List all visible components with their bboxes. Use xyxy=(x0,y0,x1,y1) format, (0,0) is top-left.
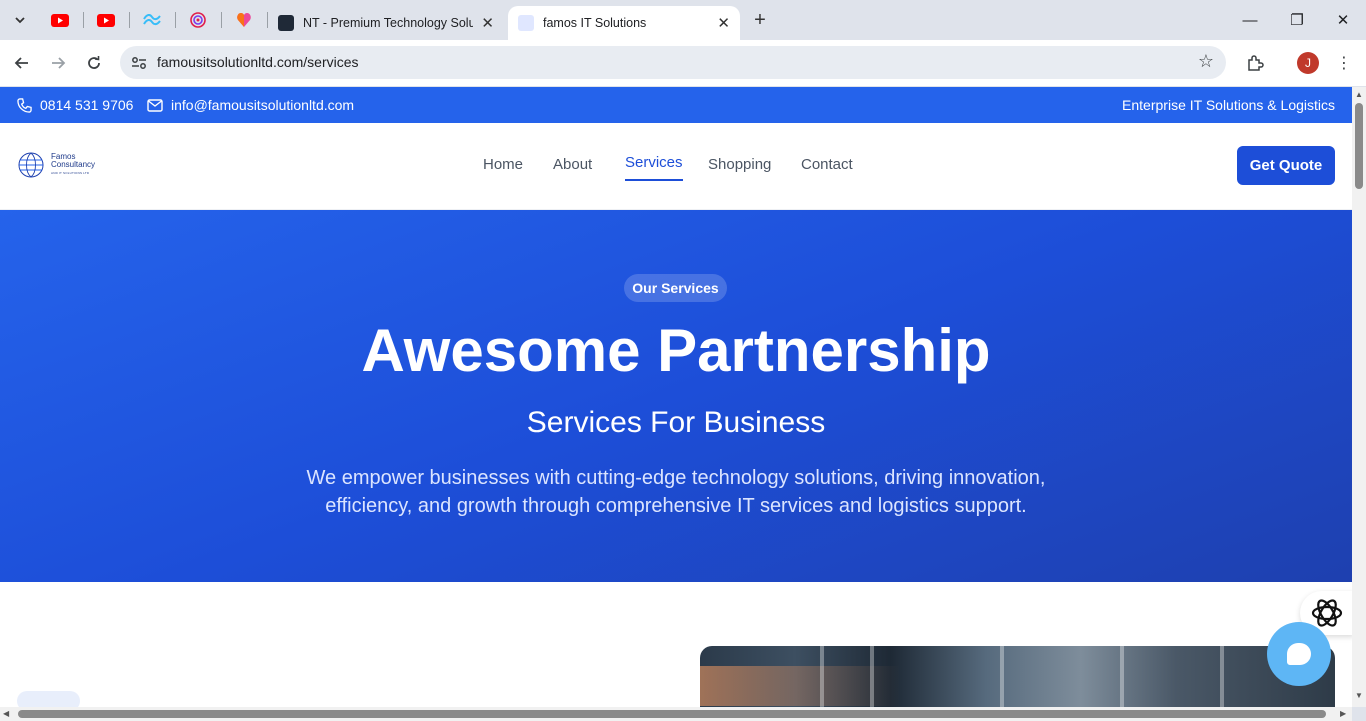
image-rack xyxy=(870,646,874,707)
vertical-scrollbar[interactable]: ▲ ▼ xyxy=(1352,87,1366,707)
topbar-email[interactable]: info@famousitsolutionltd.com xyxy=(147,97,354,113)
close-tab-icon[interactable]: ✕ xyxy=(717,14,730,32)
topbar-phone[interactable]: 0814 531 9706 xyxy=(16,97,133,113)
nav-about[interactable]: About xyxy=(553,156,592,173)
logo-line-3: AND IT SOLUTIONS LTD xyxy=(51,171,90,175)
image-rack xyxy=(1000,646,1004,707)
hero-subtitle: Services For Business xyxy=(526,406,826,439)
tab-title: famos IT Solutions xyxy=(543,16,647,30)
minimize-button[interactable]: — xyxy=(1238,8,1262,32)
phone-icon xyxy=(16,97,32,113)
chevron-down-icon xyxy=(15,17,25,24)
tab-separator xyxy=(221,12,222,28)
extensions-icon[interactable] xyxy=(1244,52,1266,74)
nt-favicon-icon xyxy=(278,15,294,31)
openai-logo-icon xyxy=(1311,599,1343,627)
pinned-tab-youtube-2[interactable] xyxy=(96,10,116,30)
profile-avatar[interactable]: J xyxy=(1297,52,1319,74)
image-rack xyxy=(1120,646,1124,707)
famos-favicon-icon xyxy=(518,15,534,31)
browser-toolbar: famousitsolutionltd.com/services ☆ J ⋮ xyxy=(0,40,1366,86)
email-address: info@famousitsolutionltd.com xyxy=(171,97,355,113)
bookmark-star-icon[interactable]: ☆ xyxy=(1198,51,1214,72)
site-logo[interactable]: Famos Consultancy AND IT SOLUTIONS LTD xyxy=(17,149,97,181)
url-text: famousitsolutionltd.com/services xyxy=(157,54,359,70)
phone-number: 0814 531 9706 xyxy=(40,97,134,113)
tailwind-icon xyxy=(143,14,161,26)
tab-separator xyxy=(175,12,176,28)
page-viewport: 0814 531 9706 info@famousitsolutionltd.c… xyxy=(0,87,1352,707)
nav-home[interactable]: Home xyxy=(483,156,523,173)
scroll-down-arrow-icon[interactable]: ▼ xyxy=(1355,691,1363,700)
browser-menu-icon[interactable]: ⋮ xyxy=(1334,52,1354,74)
tab-famos-it[interactable]: famos IT Solutions ✕ xyxy=(508,6,740,40)
globe-logo-icon xyxy=(18,152,44,178)
horizontal-scroll-thumb[interactable] xyxy=(18,710,1326,718)
tab-separator xyxy=(83,12,84,28)
scroll-up-arrow-icon[interactable]: ▲ xyxy=(1355,90,1363,99)
nav-services[interactable]: Services xyxy=(625,154,683,181)
scroll-right-arrow-icon[interactable]: ▶ xyxy=(1340,709,1346,718)
pinned-tab-lovable[interactable] xyxy=(234,10,254,30)
close-tab-icon[interactable]: ✕ xyxy=(481,14,494,32)
restore-button[interactable]: ❐ xyxy=(1285,8,1309,32)
back-button[interactable] xyxy=(9,50,35,76)
nav-contact[interactable]: Contact xyxy=(801,156,853,173)
horizontal-scrollbar[interactable]: ◀ ▶ xyxy=(0,707,1352,721)
youtube-icon xyxy=(97,13,115,27)
image-rack xyxy=(820,646,824,707)
contact-topbar: 0814 531 9706 info@famousitsolutionltd.c… xyxy=(0,87,1352,123)
tab-search-button[interactable] xyxy=(8,8,32,32)
chat-launcher-button[interactable] xyxy=(1267,622,1331,686)
lovable-icon xyxy=(237,13,251,27)
spiral-icon xyxy=(190,12,206,28)
logo-line-2: Consultancy xyxy=(51,160,96,169)
hero-badge: Our Services xyxy=(624,274,727,302)
datacenter-image xyxy=(700,646,1335,707)
scroll-left-arrow-icon[interactable]: ◀ xyxy=(3,709,9,718)
reload-icon xyxy=(88,56,100,69)
vertical-scroll-thumb[interactable] xyxy=(1355,103,1363,189)
address-bar[interactable]: famousitsolutionltd.com/services ☆ xyxy=(120,46,1226,79)
tab-nt-premium[interactable]: NT - Premium Technology Solut ✕ xyxy=(268,6,504,40)
tab-separator xyxy=(129,12,130,28)
section-label-pill xyxy=(17,691,80,707)
pinned-tab-spiral[interactable] xyxy=(188,10,208,30)
topbar-tagline: Enterprise IT Solutions & Logistics xyxy=(1122,97,1335,113)
arrow-left-icon xyxy=(14,57,28,69)
arrow-right-icon xyxy=(52,57,66,69)
close-window-button[interactable]: ✕ xyxy=(1331,8,1355,32)
reload-button[interactable] xyxy=(81,50,107,76)
site-header: Famos Consultancy AND IT SOLUTIONS LTD H… xyxy=(0,123,1352,210)
pinned-tab-youtube[interactable] xyxy=(50,10,70,30)
pinned-tab-tailwind[interactable] xyxy=(142,10,162,30)
hero-description: We empower businesses with cutting-edge … xyxy=(306,467,1046,517)
hero-section: Our Services Awesome Partnership Service… xyxy=(0,210,1352,582)
image-rack xyxy=(1220,646,1224,707)
site-info-icon[interactable] xyxy=(130,54,148,72)
mail-icon xyxy=(147,97,163,113)
new-tab-button[interactable]: + xyxy=(748,8,772,32)
tab-title: NT - Premium Technology Solut xyxy=(303,16,473,30)
hero-title: Awesome Partnership xyxy=(361,317,991,384)
browser-tab-strip: NT - Premium Technology Solut ✕ famos IT… xyxy=(0,0,1366,40)
forward-button[interactable] xyxy=(45,50,71,76)
nav-shopping[interactable]: Shopping xyxy=(708,156,771,173)
youtube-icon xyxy=(51,13,69,27)
get-quote-button[interactable]: Get Quote xyxy=(1237,146,1335,185)
chat-bubble-icon xyxy=(1287,643,1311,665)
